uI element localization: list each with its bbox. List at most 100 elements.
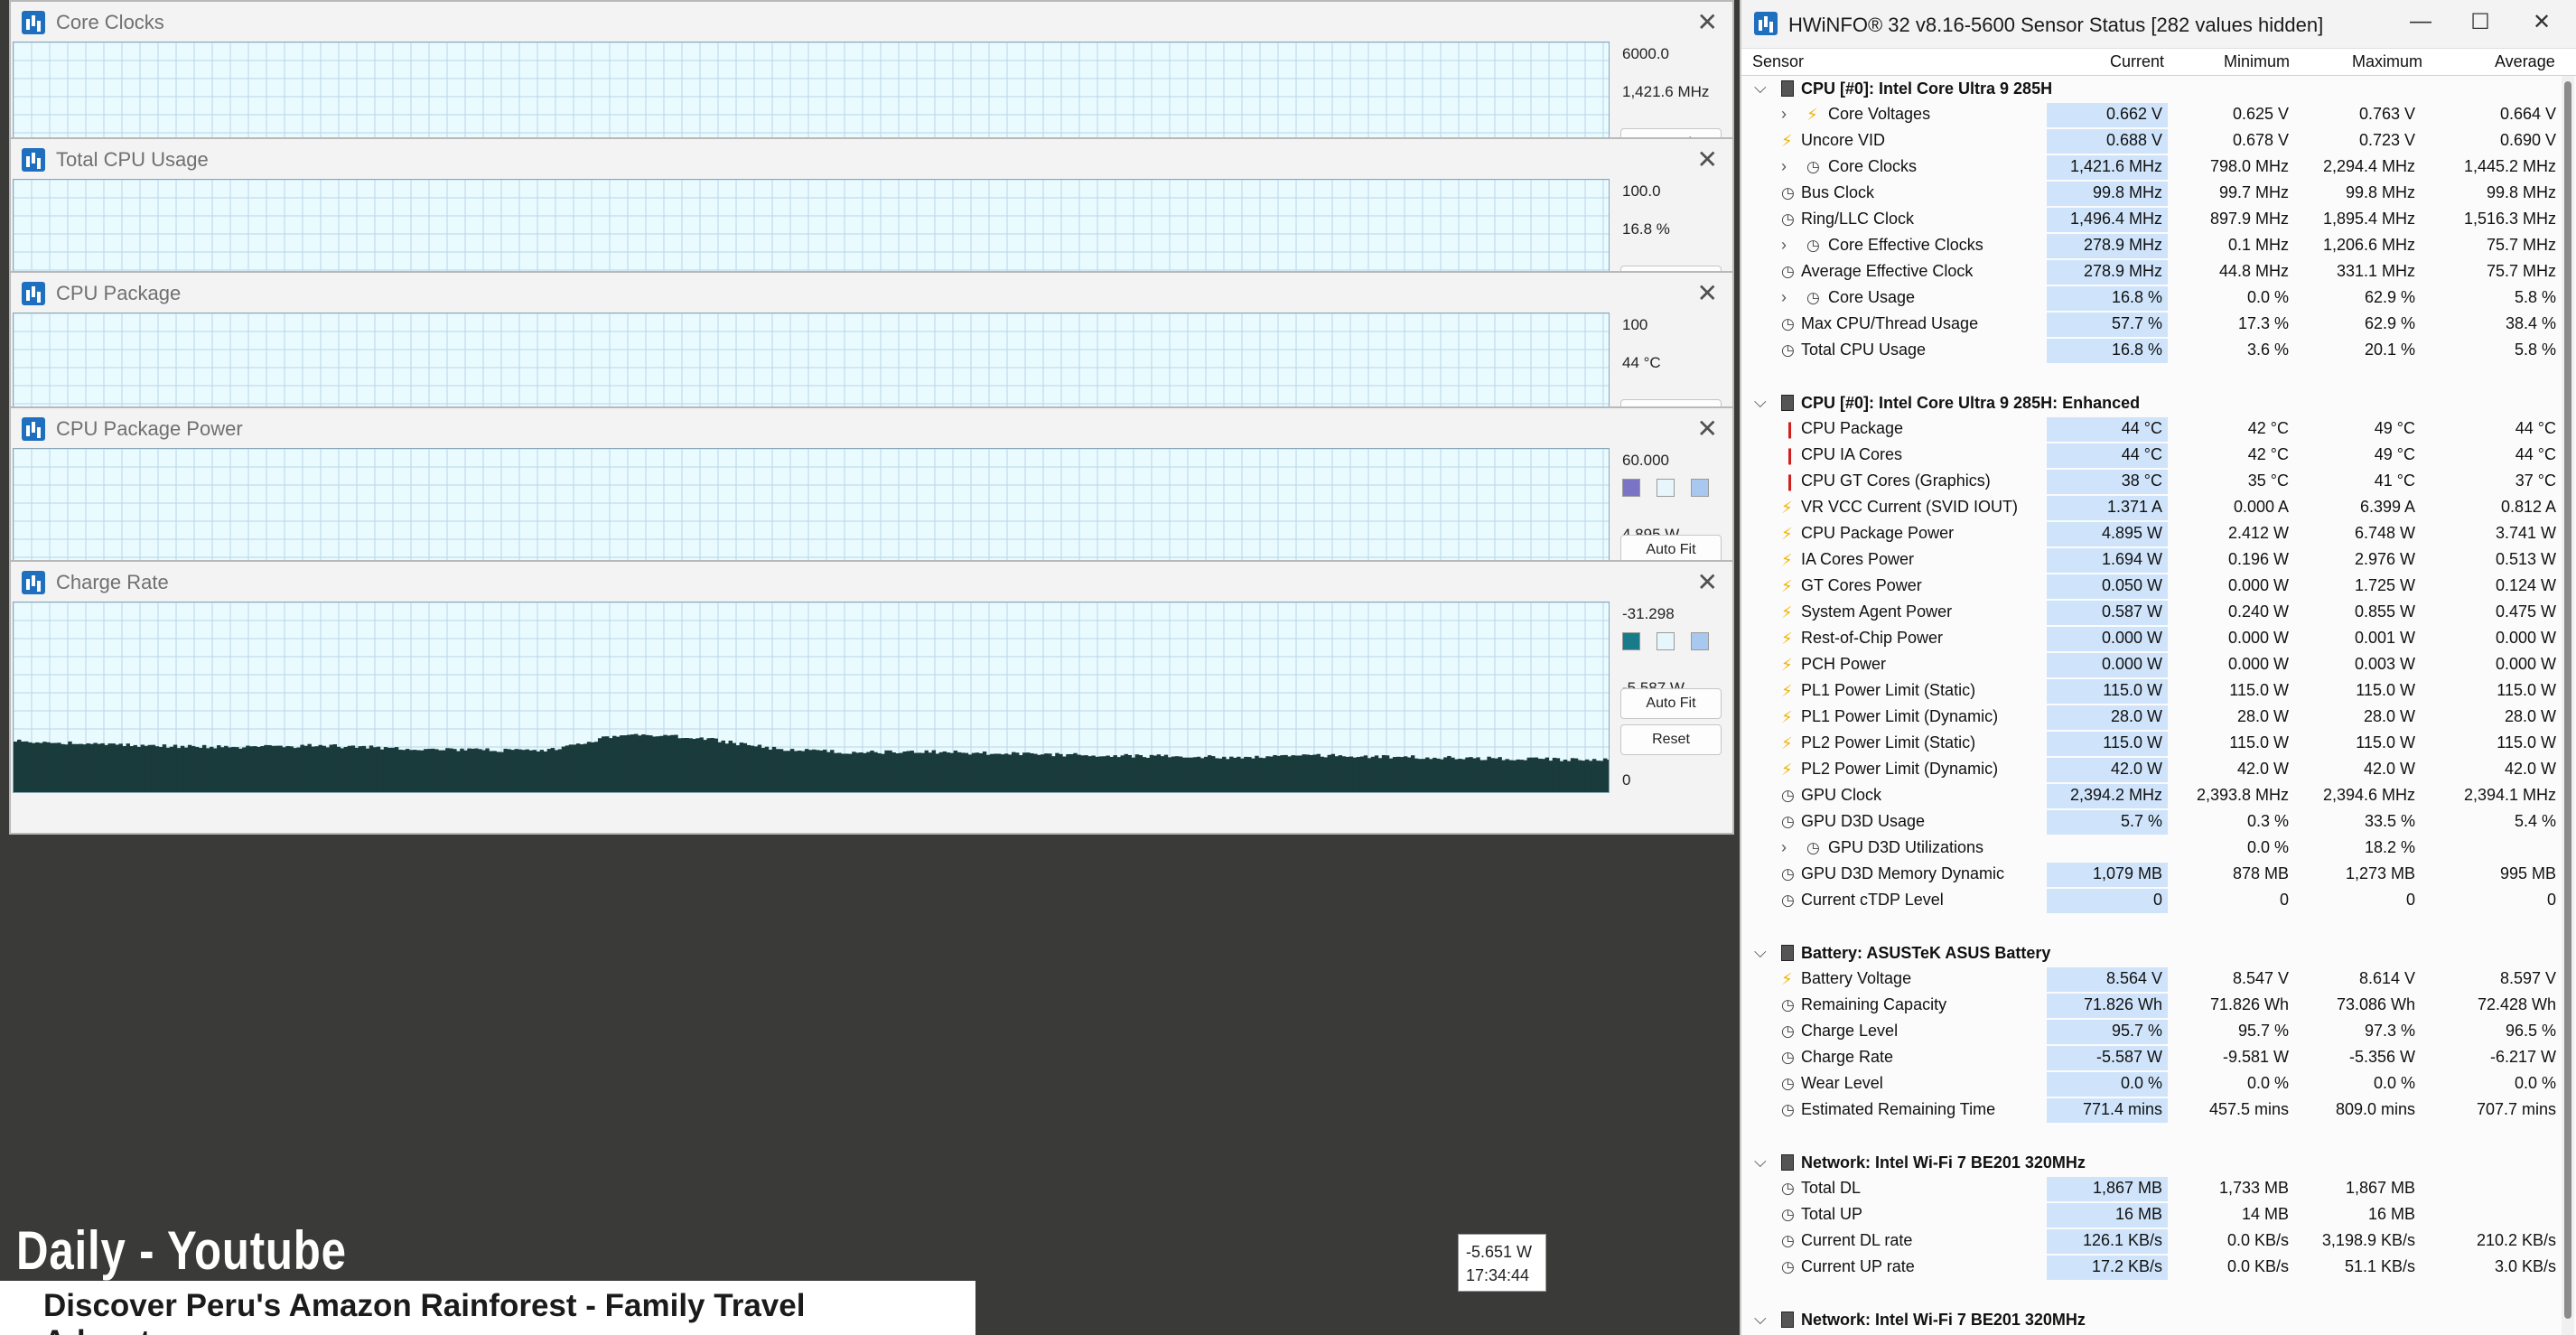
sensor-row[interactable]: ⚡ PL2 Power Limit (Static) 115.0 W 115.0… [1741,731,2576,757]
scrollbar-thumb[interactable] [2564,81,2571,1319]
chart-bar [1171,756,1176,792]
close-icon[interactable]: ✕ [1697,278,1718,308]
sensor-row[interactable]: ⚡ Uncore VID 0.688 V 0.678 V 0.723 V 0.6… [1741,128,2576,154]
col-maximum[interactable]: Maximum [2352,52,2422,71]
color-swatch[interactable] [1691,632,1709,650]
sensor-row[interactable]: › ◷ Core Clocks 1,421.6 MHz 798.0 MHz 2,2… [1741,154,2576,181]
sensor-minimum: 71.826 Wh [2209,995,2289,1013]
close-icon[interactable]: ✕ [1697,145,1718,174]
sensor-row[interactable]: ◷ Ring/LLC Clock 1,496.4 MHz 897.9 MHz 1… [1741,207,2576,233]
chart-bar [807,750,813,792]
expand-chevron-icon[interactable]: › [1781,157,1787,176]
sensor-row[interactable]: ❙ CPU Package 44 °C 42 °C 49 °C 44 °C [1741,416,2576,443]
sensor-row[interactable]: ◷ Remaining Capacity 71.826 Wh 71.826 Wh… [1741,993,2576,1019]
sensor-row[interactable]: ⚡ PL1 Power Limit (Static) 115.0 W 115.0… [1741,678,2576,705]
chart-bar [985,754,991,792]
sensor-row[interactable]: ◷ Max CPU/Thread Usage 57.7 % 17.3 % 62.… [1741,312,2576,338]
collapse-chevron-icon[interactable]: ⌵ [1754,1310,1767,1329]
graph-plot-area[interactable] [13,602,1610,793]
sensor-row[interactable]: ◷ Current cTDP Level 0 0 0 0 [1741,888,2576,914]
sensor-current: 115.0 W [2103,681,2162,699]
graph-title-bar[interactable]: Charge Rate ✕ [11,562,1732,602]
sensor-row[interactable]: ❙ CPU GT Cores (Graphics) 38 °C 35 °C 41… [1741,469,2576,495]
close-icon[interactable]: ✕ [1697,7,1718,37]
graph-color-swatches[interactable] [1622,632,1709,650]
chart-bar [866,752,871,792]
graph-title-bar[interactable]: Core Clocks ✕ [11,2,1732,42]
sensor-row[interactable]: ⚡ PL1 Power Limit (Dynamic) 28.0 W 28.0 … [1741,705,2576,731]
chart-bar [695,738,700,792]
sensor-row[interactable]: ⚡ Battery Voltage 8.564 V 8.547 V 8.614 … [1741,966,2576,993]
expand-chevron-icon[interactable]: › [1781,105,1787,124]
close-icon[interactable]: ✕ [2524,9,2560,35]
sensor-row[interactable]: ⚡ IA Cores Power 1.694 W 0.196 W 2.976 W… [1741,547,2576,574]
sensor-row[interactable]: ◷ Total DL 1,867 MB 1,733 MB 1,867 MB [1741,1176,2576,1202]
sensor-row[interactable]: › ⚡ Core Voltages 0.662 V 0.625 V 0.763 V… [1741,102,2576,128]
sensor-row[interactable]: ◷ Charge Rate -5.587 W -9.581 W -5.356 W… [1741,1045,2576,1071]
maximize-icon[interactable]: ☐ [2462,9,2498,35]
sensor-row[interactable]: ◷ Current DL rate 126.1 KB/s 0.0 KB/s 3,… [1741,1228,2576,1255]
sensor-row[interactable]: ⚡ Rest-of-Chip Power 0.000 W 0.000 W 0.0… [1741,626,2576,652]
expand-chevron-icon[interactable]: › [1781,236,1787,255]
sensor-row[interactable]: ⚡ PCH Power 0.000 W 0.000 W 0.003 W 0.00… [1741,652,2576,678]
sensor-row[interactable]: ⚡ CPU Package Power 4.895 W 2.412 W 6.74… [1741,521,2576,547]
color-swatch[interactable] [1691,479,1709,497]
sensor-row[interactable]: ◷ GPU D3D Usage 5.7 % 0.3 % 33.5 % 5.4 % [1741,809,2576,836]
sensor-row[interactable]: ◷ Total UP 16 MB 14 MB 16 MB [1741,1202,2576,1228]
vertical-scrollbar[interactable] [2562,76,2574,1335]
sensor-current: 0.587 W [2101,602,2162,621]
color-swatch[interactable] [1622,632,1640,650]
sensor-row[interactable]: ◷ Total CPU Usage 16.8 % 3.6 % 20.1 % 5.… [1741,338,2576,364]
col-minimum[interactable]: Minimum [2224,52,2290,71]
sensor-row[interactable]: › ◷ Core Usage 16.8 % 0.0 % 62.9 % 5.8 % [1741,285,2576,312]
graph-color-swatches[interactable] [1622,479,1709,497]
graph-window[interactable]: Charge Rate ✕ -31.298 -5.587 W Auto Fit … [9,560,1734,835]
sensor-section-header[interactable]: ⌵ Battery: ASUSTeK ASUS Battery [1741,940,2576,966]
chart-bar [1469,757,1473,792]
sensor-section-header[interactable]: ⌵ CPU [#0]: Intel Core Ultra 9 285H [1741,76,2576,102]
sensor-section-header[interactable]: ⌵ CPU [#0]: Intel Core Ultra 9 285H: Enh… [1741,390,2576,416]
graph-title-bar[interactable]: CPU Package ✕ [11,273,1732,313]
sensor-row[interactable]: ◷ Average Effective Clock 278.9 MHz 44.8… [1741,259,2576,285]
chart-bar [39,742,43,792]
sensor-row[interactable]: ◷ Wear Level 0.0 % 0.0 % 0.0 % 0.0 % [1741,1071,2576,1097]
sensor-current: 0.688 V [2105,131,2162,149]
close-icon[interactable]: ✕ [1697,414,1718,443]
sensor-section-header[interactable]: ⌵ Network: Intel Wi-Fi 7 BE201 320MHz [1741,1150,2576,1176]
sensor-section-header[interactable]: ⌵ Network: Intel Wi-Fi 7 BE201 320MHz [1741,1307,2576,1333]
color-swatch[interactable] [1622,479,1640,497]
minimize-icon[interactable]: — [2403,9,2439,34]
chart-bar [1124,753,1128,792]
graph-title-bar[interactable]: CPU Package Power ✕ [11,408,1732,448]
color-swatch[interactable] [1657,632,1675,650]
sensor-row[interactable]: ⚡ GT Cores Power 0.050 W 0.000 W 1.725 W… [1741,574,2576,600]
graph-title-bar[interactable]: Total CPU Usage ✕ [11,139,1732,179]
sensor-maximum: 1.725 W [2354,576,2415,594]
color-swatch[interactable] [1657,479,1675,497]
col-average[interactable]: Average [2495,52,2555,71]
sensor-row[interactable]: › ◷ Core Effective Clocks 278.9 MHz 0.1 M… [1741,233,2576,259]
sensor-row[interactable]: ◷ GPU Clock 2,394.2 MHz 2,393.8 MHz 2,39… [1741,783,2576,809]
collapse-chevron-icon[interactable]: ⌵ [1754,1153,1767,1172]
close-icon[interactable]: ✕ [1697,567,1718,597]
sensor-row[interactable]: ◷ Estimated Remaining Time 771.4 mins 45… [1741,1097,2576,1124]
collapse-chevron-icon[interactable]: ⌵ [1754,79,1767,98]
col-sensor[interactable]: Sensor [1752,52,1804,71]
sensor-row[interactable]: ❙ CPU IA Cores 44 °C 42 °C 49 °C 44 °C [1741,443,2576,469]
collapse-chevron-icon[interactable]: ⌵ [1754,393,1767,412]
sensor-row[interactable]: ◷ Bus Clock 99.8 MHz 99.7 MHz 99.8 MHz 9… [1741,181,2576,207]
collapse-chevron-icon[interactable]: ⌵ [1754,943,1767,962]
sensor-row[interactable]: ⚡ System Agent Power 0.587 W 0.240 W 0.8… [1741,600,2576,626]
sensor-row[interactable]: ◷ Charge Level 95.7 % 95.7 % 97.3 % 96.5… [1741,1019,2576,1045]
col-current[interactable]: Current [2110,52,2164,71]
auto-fit-button[interactable]: Auto Fit [1620,688,1722,719]
sensor-row[interactable]: ⚡ PL2 Power Limit (Dynamic) 42.0 W 42.0 … [1741,757,2576,783]
sensor-row[interactable]: ◷ GPU D3D Memory Dynamic 1,079 MB 878 MB… [1741,862,2576,888]
sensor-row[interactable]: ⚡ VR VCC Current (SVID IOUT) 1.371 A 0.0… [1741,495,2576,521]
expand-chevron-icon[interactable]: › [1781,838,1787,857]
sensor-row[interactable]: ◷ Current UP rate 17.2 KB/s 0.0 KB/s 51.… [1741,1255,2576,1281]
sensor-title-bar[interactable]: HWiNFO® 32 v8.16-5600 Sensor Status [282… [1741,0,2576,49]
reset-button[interactable]: Reset [1620,724,1722,755]
expand-chevron-icon[interactable]: › [1781,288,1787,307]
sensor-row[interactable]: › ◷ GPU D3D Utilizations 0.0 % 18.2 % [1741,836,2576,862]
